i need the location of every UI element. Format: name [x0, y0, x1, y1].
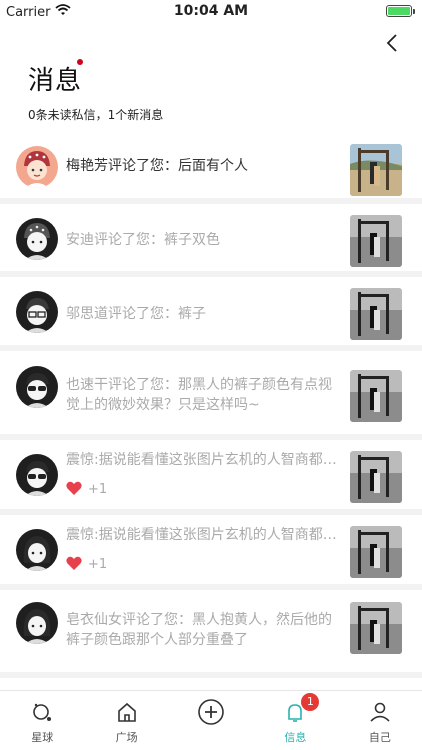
message-text: 震惊:据说能看懂这张图片玄机的人智商都很高	[66, 452, 340, 468]
message-text: 安迪评论了您：裤子双色	[66, 232, 220, 248]
heart-icon	[66, 481, 82, 495]
home-icon	[112, 697, 142, 727]
avatar[interactable]	[16, 366, 58, 408]
tab-label: 星球	[31, 731, 54, 744]
tab-messages[interactable]: 1 信息	[253, 691, 337, 750]
tab-planet[interactable]: 星球	[0, 691, 84, 750]
like-row: +1	[66, 478, 107, 497]
avatar[interactable]	[16, 529, 58, 571]
page-title: 消息	[28, 66, 83, 96]
tab-label: 信息	[284, 731, 307, 744]
user-icon	[365, 697, 395, 727]
battery-icon	[386, 5, 415, 17]
message-text: 也速干评论了您：那黑人的裤子颜色有点视觉上的微妙效果？只是这样吗~	[66, 377, 332, 413]
message-text: 震惊:据说能看懂这张图片玄机的人智商都很高	[66, 527, 340, 543]
message-summary: 0条未读私信，1个新消息	[28, 108, 164, 122]
message-item[interactable]: 邬思道评论了您：裤子	[0, 277, 422, 351]
message-item[interactable]: 皂衣仙女评论了您：黑人抱黄人，然后他的裤子颜色跟那个人部分重叠了	[0, 590, 422, 678]
message-list: 梅艳芳评论了您：后面有个人 安迪评论了您：裤子双色 邬思道评论了您：裤子 也速干…	[0, 136, 422, 678]
like-count: +1	[88, 557, 108, 572]
status-bar: Carrier 10:04 AM	[0, 0, 422, 22]
post-thumbnail[interactable]	[350, 215, 402, 267]
back-button[interactable]	[382, 32, 402, 54]
post-thumbnail[interactable]	[350, 288, 402, 340]
message-item[interactable]: 震惊:据说能看懂这张图片玄机的人智商都很高 +1	[0, 515, 422, 590]
avatar[interactable]	[16, 602, 58, 644]
message-text: 邬思道评论了您：裤子	[66, 306, 206, 322]
planet-icon	[27, 697, 57, 727]
heart-icon	[66, 556, 82, 570]
post-thumbnail[interactable]	[350, 370, 402, 422]
avatar[interactable]	[16, 218, 58, 260]
tab-label: 广场	[115, 731, 138, 744]
plus-circle-icon	[196, 697, 226, 727]
message-text: 梅艳芳评论了您：后面有个人	[66, 158, 248, 174]
unread-dot	[77, 59, 83, 65]
post-thumbnail[interactable]	[350, 526, 402, 578]
message-item[interactable]: 也速干评论了您：那黑人的裤子颜色有点视觉上的微妙效果？只是这样吗~	[0, 351, 422, 440]
notification-badge: 1	[301, 693, 320, 711]
message-item[interactable]: 梅艳芳评论了您：后面有个人	[0, 136, 422, 204]
message-text: 皂衣仙女评论了您：黑人抱黄人，然后他的裤子颜色跟那个人部分重叠了	[66, 612, 332, 648]
post-thumbnail[interactable]	[350, 144, 402, 196]
post-thumbnail[interactable]	[350, 602, 402, 654]
tab-label: 自己	[368, 731, 391, 744]
message-item[interactable]: 震惊:据说能看懂这张图片玄机的人智商都很高 +1	[0, 440, 422, 515]
avatar[interactable]	[16, 454, 58, 496]
tab-bar: 星球 广场 1 信息 自己	[0, 690, 422, 750]
post-thumbnail[interactable]	[350, 451, 402, 503]
tab-square[interactable]: 广场	[84, 691, 168, 750]
avatar[interactable]	[16, 146, 58, 188]
tab-me[interactable]: 自己	[338, 691, 422, 750]
like-row: +1	[66, 553, 107, 572]
avatar[interactable]	[16, 291, 58, 333]
chevron-left-icon	[386, 34, 397, 52]
tab-add[interactable]	[169, 691, 253, 750]
like-count: +1	[88, 482, 108, 497]
message-item[interactable]: 安迪评论了您：裤子双色	[0, 204, 422, 277]
status-time: 10:04 AM	[173, 3, 249, 19]
